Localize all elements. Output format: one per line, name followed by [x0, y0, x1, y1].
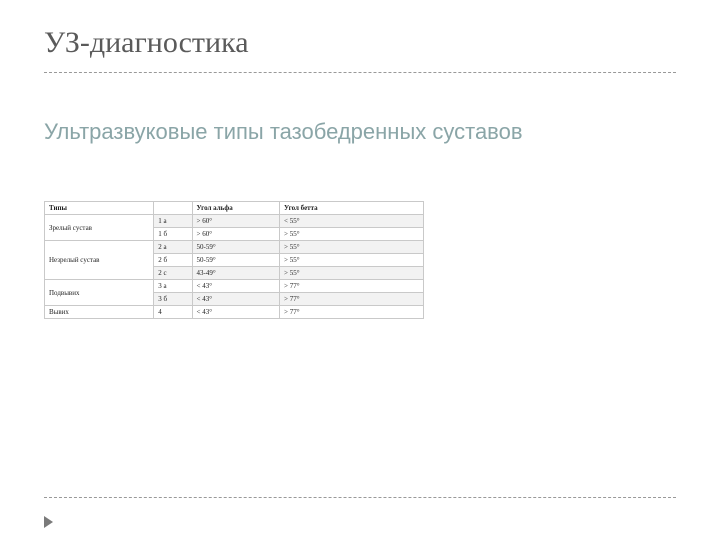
table-row: Зрелый сустав 1 а > 60° < 55° [45, 215, 424, 228]
page-title: УЗ-диагностика [44, 26, 676, 60]
cell-alpha: 43-49° [192, 267, 279, 280]
cell-alpha: > 60° [192, 215, 279, 228]
cell-label: 2 б [154, 254, 192, 267]
cell-alpha: < 43° [192, 293, 279, 306]
table-header-row: Типы Угол альфа Угол бетта [45, 202, 424, 215]
classification-table-wrap: Типы Угол альфа Угол бетта Зрелый сустав… [44, 201, 424, 319]
divider-top [44, 72, 676, 73]
play-icon [44, 516, 53, 528]
cell-beta: > 77° [280, 306, 424, 319]
cell-group: Незрелый сустав [45, 241, 154, 280]
cell-beta: > 55° [280, 267, 424, 280]
cell-group: Вывих [45, 306, 154, 319]
cell-beta: > 77° [280, 280, 424, 293]
col-header-blank [154, 202, 192, 215]
cell-group: Подвывих [45, 280, 154, 306]
cell-alpha: < 43° [192, 306, 279, 319]
cell-label: 3 а [154, 280, 192, 293]
cell-label: 1 б [154, 228, 192, 241]
cell-label: 1 а [154, 215, 192, 228]
table-row: Незрелый сустав 2 а 50-59° > 55° [45, 241, 424, 254]
cell-beta: > 77° [280, 293, 424, 306]
divider-bottom [44, 497, 676, 498]
cell-alpha: > 60° [192, 228, 279, 241]
subtitle: Ультразвуковые типы тазобедренных сустав… [44, 119, 676, 145]
cell-beta: > 55° [280, 254, 424, 267]
slide: УЗ-диагностика Ультразвуковые типы тазоб… [0, 0, 720, 540]
cell-label: 3 б [154, 293, 192, 306]
cell-alpha: < 43° [192, 280, 279, 293]
cell-group: Зрелый сустав [45, 215, 154, 241]
cell-alpha: 50-59° [192, 254, 279, 267]
cell-label: 2 а [154, 241, 192, 254]
classification-table: Типы Угол альфа Угол бетта Зрелый сустав… [44, 201, 424, 319]
cell-label: 2 с [154, 267, 192, 280]
cell-beta: > 55° [280, 228, 424, 241]
table-row: Подвывих 3 а < 43° > 77° [45, 280, 424, 293]
cell-beta: < 55° [280, 215, 424, 228]
col-header-alpha: Угол альфа [192, 202, 279, 215]
cell-alpha: 50-59° [192, 241, 279, 254]
col-header-beta: Угол бетта [280, 202, 424, 215]
table-row: Вывих 4 < 43° > 77° [45, 306, 424, 319]
cell-beta: > 55° [280, 241, 424, 254]
col-header-types: Типы [45, 202, 154, 215]
cell-label: 4 [154, 306, 192, 319]
